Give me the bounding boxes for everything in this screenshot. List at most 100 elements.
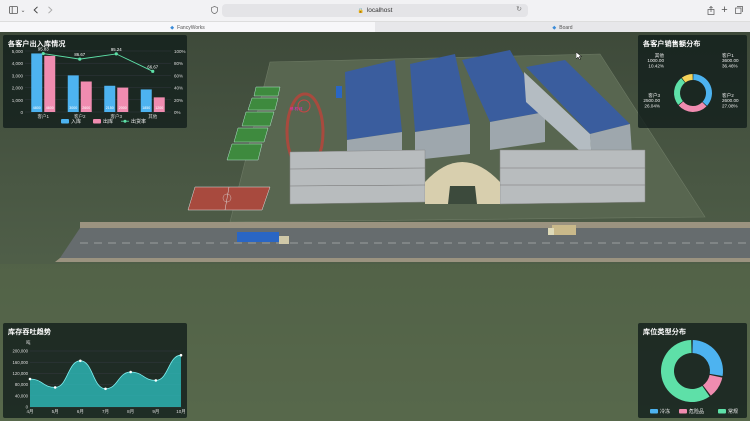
data-point [179, 353, 183, 357]
legend-label: 出库 [103, 118, 113, 125]
chevron-down-icon[interactable]: ⌄ [20, 4, 26, 16]
data-point [129, 370, 132, 374]
panel-sales: 各客户销售额分布 客户1 3600.00 36.46% 客户2 2600.00 27.08… [638, 35, 747, 128]
legend-label: 冷冻 [660, 408, 670, 415]
legend-swatch [718, 409, 726, 414]
y-tick-label: 160,000 [12, 360, 28, 365]
legend-swatch [123, 119, 127, 123]
rate-label: 95.83 [38, 47, 49, 52]
sales-chart: 客户13600.0036.46%客户22600.0027.08%客户32500.… [643, 52, 739, 113]
panel-inout: 各客户出入库情况 5,000 4,000 3,000 2,000 1,000 0 100% 8… [3, 35, 187, 128]
lock-icon: 🔒 [357, 7, 364, 14]
slice-label: 26.04% [644, 103, 660, 108]
data-point [104, 387, 107, 391]
legend-swatch [93, 119, 101, 124]
pie-slice [674, 78, 685, 105]
y-tick-label: 2,000 [12, 86, 24, 91]
favicon-icon: ◆ [170, 24, 175, 31]
tab-bar: ◆ FancyWorks ◆ Board [0, 21, 750, 33]
rate-label: 86.67 [74, 52, 85, 57]
x-tick-label: 8月 [127, 409, 134, 415]
legend-swatch [650, 409, 658, 414]
legend-label: 常规 [728, 408, 738, 415]
address-bar[interactable]: 🔒 localhost ↻ [222, 4, 528, 17]
legend-swatch [679, 409, 687, 414]
new-tab-icon[interactable]: + [720, 4, 729, 16]
rate-point [114, 52, 118, 56]
back-icon[interactable] [32, 4, 40, 16]
x-tick-label: 其他 [148, 113, 157, 120]
y2-tick-label: 40% [174, 86, 183, 91]
legend-label: 危险品 [689, 408, 704, 415]
slice-label: 27.08% [722, 103, 738, 108]
x-tick-label: 客户1 [37, 113, 49, 120]
office-building-left[interactable] [289, 149, 426, 205]
rate-point [78, 57, 82, 61]
reload-icon[interactable]: ↻ [516, 5, 522, 13]
sidebar-icon[interactable] [8, 4, 18, 16]
bar-label: 2000 [119, 106, 127, 110]
tab-label: FancyWorks [177, 24, 205, 31]
storage-chart: 冷冻 危险品 常规 [650, 340, 738, 415]
area-fill [30, 355, 181, 407]
bar-label: 1200 [155, 106, 163, 110]
y2-tick-label: 60% [174, 73, 183, 78]
bar-label: 2150 [106, 106, 114, 110]
y-tick-label: 200,000 [12, 349, 28, 354]
y-tick-label: 0 [20, 110, 23, 115]
y-tick-label: 120,000 [12, 371, 28, 376]
inout-chart: 5,000 4,000 3,000 2,000 1,000 0 100% 80% 60% 40% 2… [12, 47, 186, 125]
bar-label: 1850 [142, 106, 150, 110]
rate-point [41, 51, 45, 56]
y-unit-label: 吨 [26, 339, 31, 345]
x-tick-label: 6月 [77, 409, 84, 415]
warehouse-1[interactable] [345, 60, 402, 166]
favicon-icon: ◆ [552, 24, 557, 31]
panel-storage: 库位类型分布 冷冻 危险品 常规 [638, 323, 747, 418]
y-tick-label: 40,000 [15, 393, 29, 398]
x-tick-label: 4月 [26, 409, 33, 415]
shield-icon[interactable] [210, 4, 218, 16]
rate-point [151, 69, 155, 73]
tab-overview-icon[interactable] [734, 4, 743, 16]
data-point [53, 386, 57, 389]
share-icon[interactable] [706, 4, 715, 16]
rate-label: 95.24 [111, 47, 122, 52]
cursor-icon [576, 52, 582, 60]
x-tick-label: 7月 [102, 409, 109, 415]
data-point [79, 359, 82, 363]
y-tick-label: 80,000 [15, 382, 29, 387]
legend-label: 出货率 [131, 118, 146, 125]
pie-slice [678, 101, 707, 113]
slice-label: 10.42% [648, 63, 664, 68]
y-tick-label: 1,000 [12, 98, 24, 103]
bar-label: 2600 [82, 106, 90, 110]
y-tick-label: 5,000 [12, 49, 24, 54]
bar-in [31, 53, 43, 112]
bar-label: 4600 [46, 106, 54, 110]
browser-chrome: ⌄ 🔒 localhost ↻ + ◆ FancyWorks ◆ Board [0, 0, 750, 33]
panel-trend: 库存吞吐趋势 吨 200,000 160,000 120,000 80,000 40,00… [3, 323, 187, 418]
y-tick-label: 4,000 [12, 61, 24, 66]
x-tick-label: 9月 [152, 409, 159, 415]
office-building-right[interactable] [499, 149, 646, 205]
data-point [28, 377, 32, 381]
data-point [154, 379, 158, 382]
forward-icon[interactable] [46, 4, 54, 16]
x-tick-label: 10月 [176, 409, 186, 415]
truck-small[interactable] [336, 86, 342, 98]
legend-swatch [61, 119, 69, 124]
y2-tick-label: 0% [174, 110, 181, 115]
pie-slice [692, 340, 723, 377]
rate-line [43, 53, 153, 72]
y2-tick-label: 80% [174, 61, 183, 66]
y2-tick-label: 20% [174, 98, 183, 103]
truck-tan[interactable] [548, 225, 576, 235]
y2-tick-label: 100% [174, 49, 186, 54]
browser-toolbar: ⌄ 🔒 localhost ↻ + [0, 0, 750, 21]
bar-label: 3000 [69, 106, 77, 110]
url-text: localhost [366, 7, 393, 14]
slice-label: 36.46% [722, 63, 738, 68]
tab-label: Board [559, 24, 573, 31]
x-tick-label: 5月 [52, 409, 59, 415]
